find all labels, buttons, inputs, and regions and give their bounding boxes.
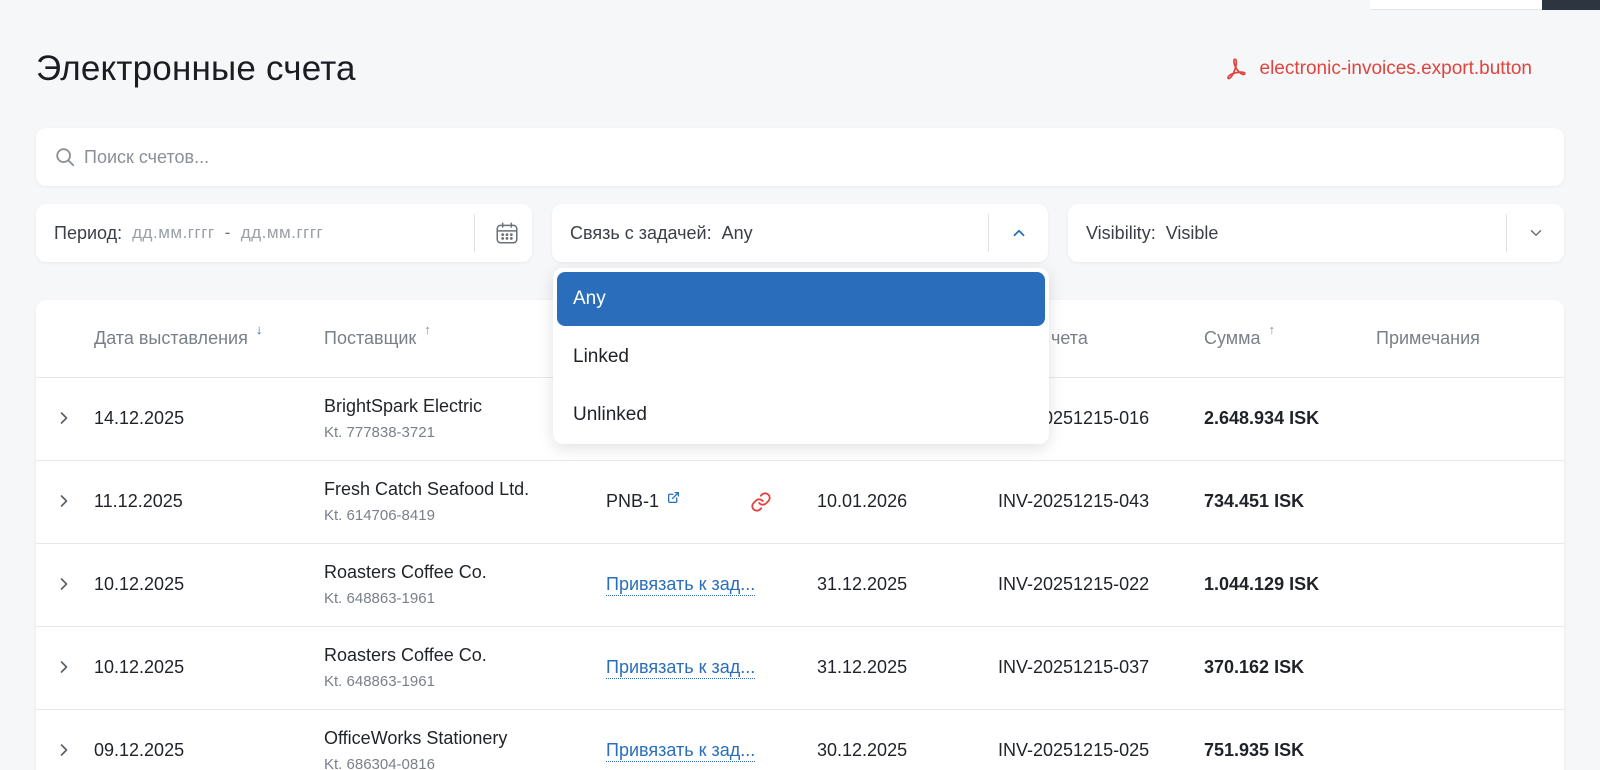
column-header-invoice[interactable]: чета xyxy=(1051,328,1088,349)
pdf-icon xyxy=(1226,58,1246,80)
visibility-value: Visible xyxy=(1165,222,1219,243)
task-link-label: Связь с задачей: xyxy=(570,222,712,243)
due-date: 31.12.2025 xyxy=(817,657,908,677)
chevron-right-icon[interactable] xyxy=(54,574,74,594)
visibility-label: Visibility: xyxy=(1086,222,1156,243)
top-bar-input-fragment[interactable] xyxy=(1370,0,1542,10)
top-bar-fragment xyxy=(1370,0,1600,10)
amount: 751.935 ISK xyxy=(1204,740,1305,760)
period-from-input[interactable]: дд.мм.гггг xyxy=(132,223,214,243)
dropdown-option-linked[interactable]: Linked xyxy=(557,330,1045,384)
issue-date: 10.12.2025 xyxy=(94,657,185,677)
issue-date: 09.12.2025 xyxy=(94,740,185,760)
issue-date: 11.12.2025 xyxy=(94,491,183,511)
task-link[interactable]: PNB-1 xyxy=(606,491,680,512)
supplier-kt: Kt. 648863-1961 xyxy=(324,673,435,690)
supplier-name: Roasters Coffee Co. xyxy=(324,562,487,582)
external-link-icon xyxy=(668,491,680,504)
column-label: чета xyxy=(1051,328,1088,348)
column-header-supplier[interactable]: Поставщик ↑ xyxy=(324,322,431,349)
dropdown-option-unlinked[interactable]: Unlinked xyxy=(557,388,1045,442)
column-header-amount[interactable]: Сумма ↑ xyxy=(1204,322,1275,349)
column-header-issue-date[interactable]: Дата выставления ↓ xyxy=(94,322,262,349)
export-button-label: electronic-invoices.export.button xyxy=(1259,58,1532,79)
chevron-down-icon xyxy=(1530,230,1541,236)
task-link-value: Any xyxy=(721,222,753,243)
search-input[interactable] xyxy=(84,146,1443,168)
task-link-filter[interactable]: Связь с задачей: Any xyxy=(552,204,1048,262)
chevron-right-icon[interactable] xyxy=(54,491,74,511)
column-label: Дата выставления xyxy=(94,328,248,348)
column-label: Поставщик xyxy=(324,328,417,348)
column-label: Сумма xyxy=(1204,328,1261,348)
divider xyxy=(474,214,475,252)
link-to-task-button[interactable]: Привязать к зад... xyxy=(606,657,756,679)
supplier-kt: Kt. 686304-0816 xyxy=(324,756,435,770)
link-to-task-button[interactable]: Привязать к зад... xyxy=(606,574,756,596)
supplier-name: Roasters Coffee Co. xyxy=(324,645,487,665)
table-row[interactable]: 11.12.2025 Fresh Catch Seafood Ltd. Kt. … xyxy=(36,461,1564,544)
sort-desc-icon: ↓ xyxy=(255,322,263,337)
due-date: 30.12.2025 xyxy=(817,740,908,760)
export-button[interactable]: electronic-invoices.export.button xyxy=(1222,56,1532,82)
supplier-name: Fresh Catch Seafood Ltd. xyxy=(324,479,530,499)
supplier-kt: Kt. 648863-1961 xyxy=(324,590,435,607)
period-separator: - xyxy=(224,223,231,242)
invoice-number: INV-20251215-037 xyxy=(998,657,1150,677)
issue-date: 10.12.2025 xyxy=(94,574,185,594)
visibility-filter[interactable]: Visibility: Visible xyxy=(1068,204,1564,262)
period-to-input[interactable]: дд.мм.гггг xyxy=(241,223,323,243)
search-box xyxy=(36,128,1564,186)
link-to-task-label[interactable]: Привязать к зад... xyxy=(606,574,756,596)
issue-date: 14.12.2025 xyxy=(94,408,185,428)
calendar-button[interactable] xyxy=(482,204,532,262)
chevron-right-icon[interactable] xyxy=(54,408,74,428)
period-label: Период: xyxy=(54,222,123,243)
link-to-task-button[interactable]: Привязать к зад... xyxy=(606,740,756,762)
invoice-number: INV-20251215-025 xyxy=(998,740,1150,760)
task-link-dropdown: Any Linked Unlinked xyxy=(553,268,1049,444)
table-row[interactable]: 09.12.2025 OfficeWorks Stationery Kt. 68… xyxy=(36,710,1564,770)
page-title: Электронные счета xyxy=(36,49,356,88)
page-header: Электронные счета electronic-invoices.ex… xyxy=(36,44,1532,94)
amount: 1.044.129 ISK xyxy=(1204,574,1320,594)
top-bar-button-fragment[interactable] xyxy=(1542,0,1600,10)
invoice-number: INV-20251215-043 xyxy=(998,491,1150,511)
supplier-name: OfficeWorks Stationery xyxy=(324,728,508,748)
amount: 370.162 ISK xyxy=(1204,657,1305,677)
sort-asc-icon: ↑ xyxy=(424,322,431,337)
table-row[interactable]: 10.12.2025 Roasters Coffee Co. Kt. 64886… xyxy=(36,627,1564,710)
task-link-toggle[interactable] xyxy=(989,204,1048,262)
chevron-right-icon[interactable] xyxy=(54,740,74,760)
amount: 2.648.934 ISK xyxy=(1204,408,1320,428)
visibility-toggle[interactable] xyxy=(1507,204,1564,262)
chevron-up-icon xyxy=(1013,229,1024,237)
link-to-task-label[interactable]: Привязать к зад... xyxy=(606,657,756,679)
unlink-icon[interactable] xyxy=(750,491,772,513)
amount: 734.451 ISK xyxy=(1204,491,1305,511)
chevron-right-icon[interactable] xyxy=(54,657,74,677)
due-date: 31.12.2025 xyxy=(817,574,908,594)
invoice-number: INV-20251215-022 xyxy=(998,574,1150,594)
column-label: Примечания xyxy=(1376,328,1480,348)
due-date: 10.01.2026 xyxy=(817,491,908,511)
table-row[interactable]: 10.12.2025 Roasters Coffee Co. Kt. 64886… xyxy=(36,544,1564,627)
supplier-kt: Kt. 777838-3721 xyxy=(324,424,435,441)
task-code[interactable]: PNB-1 xyxy=(606,491,659,511)
column-header-notes: Примечания xyxy=(1376,328,1480,349)
supplier-name: BrightSpark Electric xyxy=(324,396,483,416)
search-icon xyxy=(56,148,75,167)
dropdown-option-any[interactable]: Any xyxy=(557,272,1045,326)
calendar-icon xyxy=(496,222,518,244)
link-to-task-label[interactable]: Привязать к зад... xyxy=(606,740,756,762)
sort-asc-icon: ↑ xyxy=(1268,322,1276,337)
supplier-kt: Kt. 614706-8419 xyxy=(324,507,435,524)
period-filter: Период: дд.мм.гггг - дд.мм.гггг xyxy=(36,204,532,262)
